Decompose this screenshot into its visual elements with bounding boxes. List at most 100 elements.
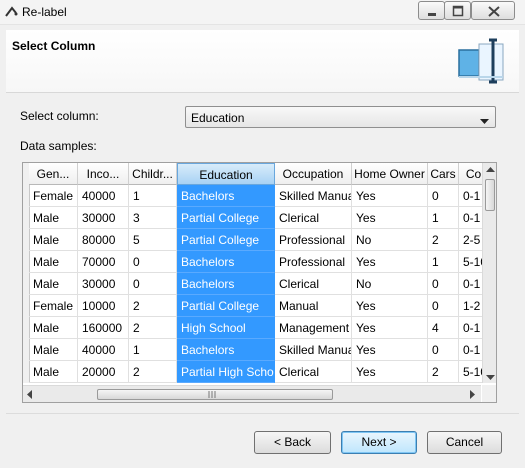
- table-cell[interactable]: Male: [29, 207, 78, 229]
- data-samples-grid[interactable]: Gen... Inco... Childr... Education Occupatio…: [22, 162, 497, 403]
- table-cell[interactable]: Bachelors: [177, 273, 275, 295]
- table-cell[interactable]: Clerical: [275, 207, 352, 229]
- scrollbar-corner: [482, 385, 496, 402]
- table-cell[interactable]: Yes: [352, 317, 428, 339]
- table-cell[interactable]: 30000: [78, 273, 129, 295]
- table-cell[interactable]: 5: [129, 229, 177, 251]
- table-cell[interactable]: 0: [428, 273, 459, 295]
- table-cell[interactable]: Male: [29, 273, 78, 295]
- table-cell[interactable]: Yes: [352, 251, 428, 273]
- table-cell[interactable]: 0: [428, 185, 459, 207]
- table-cell[interactable]: Professional: [275, 251, 352, 273]
- table-cell[interactable]: 0: [129, 251, 177, 273]
- table-cell[interactable]: 4: [428, 317, 459, 339]
- table-cell[interactable]: Partial College: [177, 229, 275, 251]
- table-cell[interactable]: Partial High School: [177, 361, 275, 383]
- table-cell[interactable]: 2: [428, 361, 459, 383]
- maximize-icon: [452, 5, 464, 17]
- scroll-up-icon[interactable]: [486, 167, 495, 173]
- table-cell[interactable]: Skilled Manual: [275, 339, 352, 361]
- column-dropdown[interactable]: Education: [185, 106, 496, 128]
- table-cell[interactable]: Male: [29, 339, 78, 361]
- table-cell[interactable]: Yes: [352, 339, 428, 361]
- table-cell[interactable]: Bachelors: [177, 339, 275, 361]
- cancel-button[interactable]: Cancel: [427, 431, 502, 454]
- page-title: Select Column: [12, 39, 96, 53]
- table-cell[interactable]: 70000: [78, 251, 129, 273]
- wizard-header: Select Column: [6, 30, 519, 93]
- table-cell[interactable]: 2: [129, 295, 177, 317]
- horizontal-scroll-thumb[interactable]: [97, 389, 333, 400]
- table-cell[interactable]: 1: [428, 251, 459, 273]
- table-cell[interactable]: 2: [129, 361, 177, 383]
- wizard-header-icon: [455, 34, 515, 88]
- table-cell[interactable]: No: [352, 229, 428, 251]
- column-header[interactable]: Gen...: [29, 163, 78, 185]
- scroll-right-icon[interactable]: [470, 390, 476, 399]
- window-title: Re-label: [22, 5, 67, 19]
- close-button[interactable]: [471, 1, 515, 20]
- table-cell[interactable]: 30000: [78, 207, 129, 229]
- table-cell[interactable]: 2: [428, 229, 459, 251]
- table-cell[interactable]: Bachelors: [177, 185, 275, 207]
- table-cell[interactable]: 80000: [78, 229, 129, 251]
- table-cell[interactable]: Yes: [352, 295, 428, 317]
- table-cell[interactable]: Skilled Manual: [275, 185, 352, 207]
- table-cell[interactable]: 160000: [78, 317, 129, 339]
- table-cell[interactable]: Male: [29, 361, 78, 383]
- next-button[interactable]: Next >: [341, 431, 417, 454]
- column-header[interactable]: Home Owner: [352, 163, 428, 185]
- table-cell[interactable]: 20000: [78, 361, 129, 383]
- table-cell[interactable]: Bachelors: [177, 251, 275, 273]
- select-column-label: Select column:: [20, 109, 99, 123]
- wizard-footer: < Back Next > Cancel: [6, 413, 519, 468]
- table-cell[interactable]: Partial College: [177, 295, 275, 317]
- table-cell[interactable]: 10000: [78, 295, 129, 317]
- table-cell[interactable]: Management: [275, 317, 352, 339]
- column-header[interactable]: Childr...: [129, 163, 177, 185]
- table-cell[interactable]: 1: [129, 185, 177, 207]
- table-cell[interactable]: Manual: [275, 295, 352, 317]
- table-cell[interactable]: 1: [428, 207, 459, 229]
- table-cell[interactable]: 1: [129, 339, 177, 361]
- column-header[interactable]: Education: [177, 163, 275, 185]
- table-cell[interactable]: Clerical: [275, 361, 352, 383]
- table-cell[interactable]: Male: [29, 317, 78, 339]
- scroll-down-icon[interactable]: [486, 375, 495, 381]
- table-cell[interactable]: 2: [129, 317, 177, 339]
- table-cell[interactable]: Female: [29, 295, 78, 317]
- table-cell[interactable]: 3: [129, 207, 177, 229]
- vertical-scrollbar[interactable]: [482, 163, 496, 383]
- table-cell[interactable]: Male: [29, 251, 78, 273]
- table-cell[interactable]: Yes: [352, 207, 428, 229]
- relabel-dialog: Re-label Select Column Select column: Ed…: [0, 0, 525, 468]
- column-header[interactable]: Occupation: [275, 163, 352, 185]
- close-icon: [488, 6, 500, 17]
- table-cell[interactable]: Partial College: [177, 207, 275, 229]
- horizontal-scrollbar[interactable]: [23, 385, 481, 402]
- table-cell[interactable]: High School: [177, 317, 275, 339]
- table-cell[interactable]: 40000: [78, 185, 129, 207]
- table-cell[interactable]: No: [352, 273, 428, 295]
- column-header[interactable]: Inco...: [78, 163, 129, 185]
- maximize-button[interactable]: [444, 1, 471, 20]
- table-cell[interactable]: Female: [29, 185, 78, 207]
- table-cell[interactable]: Yes: [352, 185, 428, 207]
- table-cell[interactable]: 0: [428, 295, 459, 317]
- minimize-button[interactable]: [418, 1, 445, 20]
- dropdown-arrow-icon: [480, 114, 489, 128]
- table-cell[interactable]: Male: [29, 229, 78, 251]
- scroll-left-icon[interactable]: [27, 390, 33, 399]
- table-cell[interactable]: 0: [428, 339, 459, 361]
- minimize-icon: [428, 13, 436, 16]
- table-cell[interactable]: 40000: [78, 339, 129, 361]
- table-cell[interactable]: Yes: [352, 361, 428, 383]
- back-button[interactable]: < Back: [254, 431, 331, 454]
- app-icon: [4, 4, 20, 20]
- data-samples-label: Data samples:: [20, 139, 97, 153]
- table-cell[interactable]: Clerical: [275, 273, 352, 295]
- vertical-scroll-thumb[interactable]: [485, 179, 495, 211]
- table-cell[interactable]: 0: [129, 273, 177, 295]
- column-header[interactable]: Cars: [428, 163, 459, 185]
- table-cell[interactable]: Professional: [275, 229, 352, 251]
